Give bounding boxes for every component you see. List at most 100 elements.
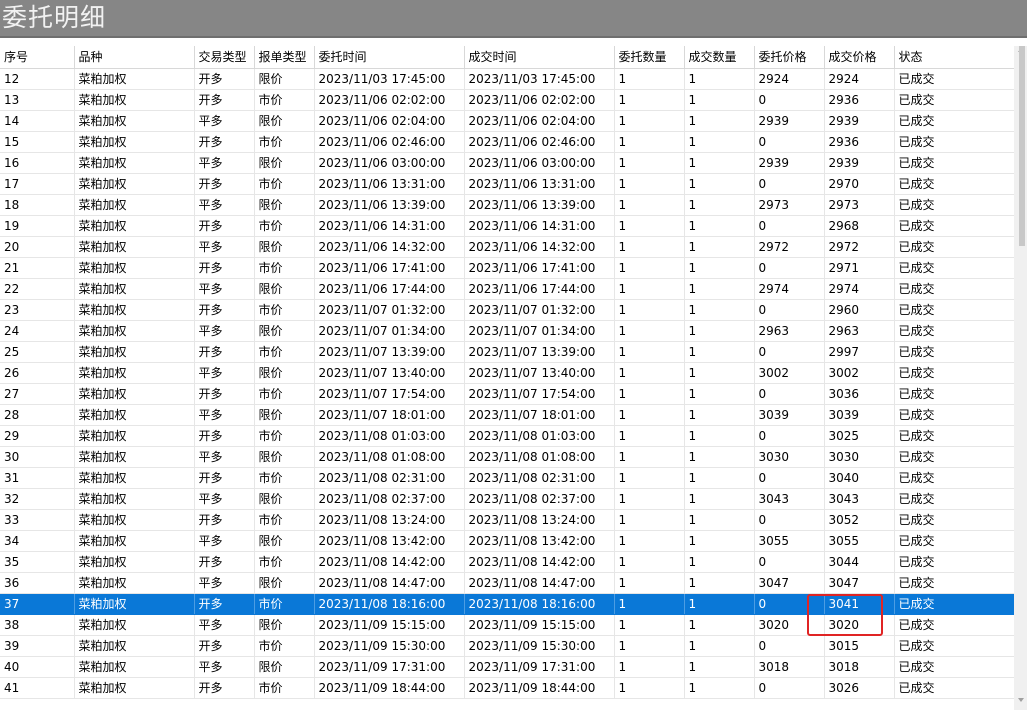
table-row[interactable]: 14 菜粕加权 平多 限价 2023/11/06 02:04:00 2023/11/06 …: [0, 110, 1015, 132]
table-row[interactable]: 22 菜粕加权 平多 限价 2023/11/06 17:44:00 2023/11/06 …: [0, 278, 1015, 300]
cell-order-price: 2973: [754, 194, 825, 216]
cell-status: 已成交: [894, 509, 1015, 531]
cell-order-price: 3030: [754, 446, 825, 468]
cell-index: 41: [0, 677, 75, 699]
cell-order-qty: 1: [614, 404, 685, 426]
cell-trade-type: 平多: [194, 236, 255, 258]
cell-index: 34: [0, 530, 75, 552]
cell-status: 已成交: [894, 362, 1015, 384]
cell-order-type: 限价: [254, 656, 315, 678]
table-row[interactable]: 41 菜粕加权 开多 市价 2023/11/09 18:44:00 2023/11/09 …: [0, 677, 1015, 699]
table-row[interactable]: 19 菜粕加权 开多 市价 2023/11/06 14:31:00 2023/11/06 …: [0, 215, 1015, 237]
cell-index: 23: [0, 299, 75, 321]
cell-trade-type: 开多: [194, 215, 255, 237]
cell-order-type: 限价: [254, 488, 315, 510]
cell-index: 26: [0, 362, 75, 384]
table-row[interactable]: 23 菜粕加权 开多 市价 2023/11/07 01:32:00 2023/11/07 …: [0, 299, 1015, 321]
table-row[interactable]: 34 菜粕加权 平多 限价 2023/11/08 13:42:00 2023/11/08 …: [0, 530, 1015, 552]
cell-fill-time: 2023/11/09 15:15:00: [464, 614, 615, 636]
column-header-status[interactable]: 状态: [894, 46, 1015, 69]
cell-trade-type: 平多: [194, 446, 255, 468]
cell-order-price: 0: [754, 341, 825, 363]
cell-index: 13: [0, 89, 75, 111]
cell-order-qty: 1: [614, 68, 685, 90]
cell-order-time: 2023/11/03 17:45:00: [314, 68, 465, 90]
table-row[interactable]: 24 菜粕加权 平多 限价 2023/11/07 01:34:00 2023/11/07 …: [0, 320, 1015, 342]
table-row[interactable]: 25 菜粕加权 开多 市价 2023/11/07 13:39:00 2023/11/07 …: [0, 341, 1015, 363]
cell-fill-qty: 1: [684, 467, 755, 489]
cell-fill-price: 3025: [824, 425, 895, 447]
table-row[interactable]: 32 菜粕加权 平多 限价 2023/11/08 02:37:00 2023/11/08 …: [0, 488, 1015, 510]
cell-order-price: 2939: [754, 110, 825, 132]
cell-fill-price: 3030: [824, 446, 895, 468]
cell-fill-time: 2023/11/08 01:08:00: [464, 446, 615, 468]
cell-order-price: 3018: [754, 656, 825, 678]
cell-fill-time: 2023/11/06 13:31:00: [464, 173, 615, 195]
cell-order-type: 市价: [254, 635, 315, 657]
orders-grid[interactable]: 序号 品种 交易类型 报单类型 委托时间 成交时间 委托数量 成交数量 委托价格…: [0, 46, 1027, 710]
table-row[interactable]: 29 菜粕加权 开多 市价 2023/11/08 01:03:00 2023/11/08 …: [0, 425, 1015, 447]
table-row[interactable]: 26 菜粕加权 平多 限价 2023/11/07 13:40:00 2023/11/07 …: [0, 362, 1015, 384]
table-row[interactable]: 12 菜粕加权 开多 限价 2023/11/03 17:45:00 2023/11/03 …: [0, 68, 1015, 90]
cell-status: 已成交: [894, 152, 1015, 174]
table-row[interactable]: 36 菜粕加权 平多 限价 2023/11/08 14:47:00 2023/11/08 …: [0, 572, 1015, 594]
cell-fill-qty: 1: [684, 194, 755, 216]
cell-product: 菜粕加权: [74, 278, 195, 300]
cell-fill-time: 2023/11/06 14:31:00: [464, 215, 615, 237]
table-row[interactable]: 15 菜粕加权 开多 市价 2023/11/06 02:46:00 2023/11/06 …: [0, 131, 1015, 153]
table-row[interactable]: 18 菜粕加权 平多 限价 2023/11/06 13:39:00 2023/11/06 …: [0, 194, 1015, 216]
cell-fill-qty: 1: [684, 152, 755, 174]
cell-order-time: 2023/11/06 17:41:00: [314, 257, 465, 279]
cell-trade-type: 平多: [194, 320, 255, 342]
cell-order-qty: 1: [614, 551, 685, 573]
scrollbar-thumb[interactable]: [1019, 46, 1025, 246]
table-row[interactable]: 30 菜粕加权 平多 限价 2023/11/08 01:08:00 2023/11/08 …: [0, 446, 1015, 468]
orders-table: 序号 品种 交易类型 报单类型 委托时间 成交时间 委托数量 成交数量 委托价格…: [0, 46, 1015, 699]
cell-status: 已成交: [894, 467, 1015, 489]
column-header-order-type[interactable]: 报单类型: [254, 46, 315, 69]
cell-fill-qty: 1: [684, 215, 755, 237]
table-row[interactable]: 16 菜粕加权 平多 限价 2023/11/06 03:00:00 2023/11/06 …: [0, 152, 1015, 174]
cell-fill-qty: 1: [684, 173, 755, 195]
cell-order-time: 2023/11/06 02:02:00: [314, 89, 465, 111]
table-row[interactable]: 13 菜粕加权 开多 市价 2023/11/06 02:02:00 2023/11/06 …: [0, 89, 1015, 111]
table-row[interactable]: 35 菜粕加权 开多 市价 2023/11/08 14:42:00 2023/11/08 …: [0, 551, 1015, 573]
cell-index: 39: [0, 635, 75, 657]
cell-fill-qty: 1: [684, 488, 755, 510]
column-header-fill-price[interactable]: 成交价格: [824, 46, 895, 69]
cell-order-qty: 1: [614, 656, 685, 678]
column-header-trade-type[interactable]: 交易类型: [194, 46, 255, 69]
cell-product: 菜粕加权: [74, 509, 195, 531]
cell-status: 已成交: [894, 593, 1015, 615]
column-header-index[interactable]: 序号: [0, 46, 75, 69]
column-header-fill-time[interactable]: 成交时间: [464, 46, 615, 69]
scroll-down-arrow-icon[interactable]: [1018, 698, 1024, 702]
cell-fill-price: 2974: [824, 278, 895, 300]
cell-product: 菜粕加权: [74, 299, 195, 321]
vertical-scrollbar[interactable]: [1014, 46, 1027, 710]
cell-order-time: 2023/11/08 18:16:00: [314, 593, 465, 615]
table-row[interactable]: 31 菜粕加权 开多 市价 2023/11/08 02:31:00 2023/11/08 …: [0, 467, 1015, 489]
table-row[interactable]: 17 菜粕加权 开多 市价 2023/11/06 13:31:00 2023/11/06 …: [0, 173, 1015, 195]
column-header-order-time[interactable]: 委托时间: [314, 46, 465, 69]
column-header-fill-qty[interactable]: 成交数量: [684, 46, 755, 69]
table-row[interactable]: 39 菜粕加权 开多 市价 2023/11/09 15:30:00 2023/11/09 …: [0, 635, 1015, 657]
column-header-product[interactable]: 品种: [74, 46, 195, 69]
cell-fill-price: 3026: [824, 677, 895, 699]
table-row[interactable]: 21 菜粕加权 开多 市价 2023/11/06 17:41:00 2023/11/06 …: [0, 257, 1015, 279]
cell-fill-price: 3020: [824, 614, 895, 636]
table-row[interactable]: 40 菜粕加权 平多 限价 2023/11/09 17:31:00 2023/11/09 …: [0, 656, 1015, 678]
table-row[interactable]: 28 菜粕加权 平多 限价 2023/11/07 18:01:00 2023/11/07 …: [0, 404, 1015, 426]
table-row[interactable]: 33 菜粕加权 开多 市价 2023/11/08 13:24:00 2023/11/08 …: [0, 509, 1015, 531]
cell-order-type: 市价: [254, 551, 315, 573]
cell-trade-type: 平多: [194, 152, 255, 174]
table-row[interactable]: 37 菜粕加权 开多 市价 2023/11/08 18:16:00 2023/11/08 …: [0, 593, 1015, 615]
cell-index: 35: [0, 551, 75, 573]
table-row[interactable]: 38 菜粕加权 平多 限价 2023/11/09 15:15:00 2023/11/09 …: [0, 614, 1015, 636]
cell-order-type: 市价: [254, 257, 315, 279]
column-header-order-price[interactable]: 委托价格: [754, 46, 825, 69]
cell-order-price: 2974: [754, 278, 825, 300]
table-row[interactable]: 27 菜粕加权 开多 市价 2023/11/07 17:54:00 2023/11/07 …: [0, 383, 1015, 405]
column-header-order-qty[interactable]: 委托数量: [614, 46, 685, 69]
table-row[interactable]: 20 菜粕加权 平多 限价 2023/11/06 14:32:00 2023/11/06 …: [0, 236, 1015, 258]
